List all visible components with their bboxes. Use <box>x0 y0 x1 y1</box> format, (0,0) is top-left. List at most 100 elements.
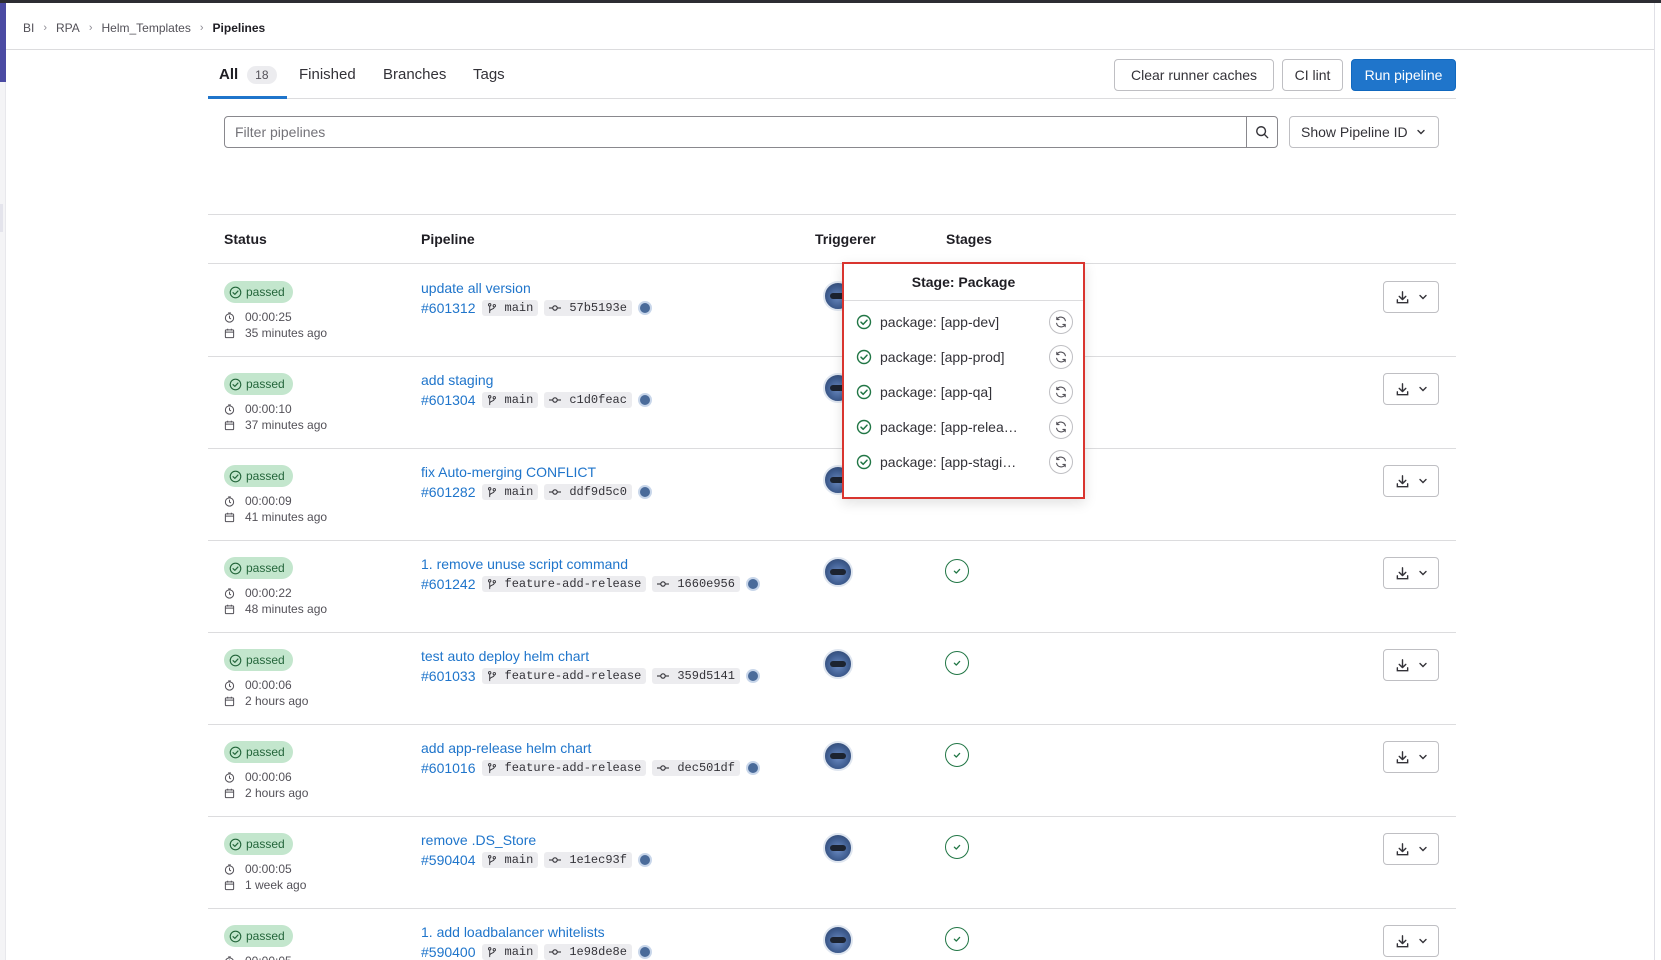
pipeline-commit-title-link[interactable]: 1. add loadbalancer whitelists <box>421 924 605 940</box>
commit-author-avatar[interactable] <box>637 945 652 959</box>
retry-job-button[interactable] <box>1049 415 1073 439</box>
calendar-icon <box>224 696 240 707</box>
commit-sha[interactable]: 1660e956 <box>652 576 740 592</box>
clear-runner-caches-button[interactable]: Clear runner caches <box>1114 59 1274 91</box>
branch-ref[interactable]: feature-add-release <box>481 576 647 592</box>
branch-ref[interactable]: main <box>481 392 539 408</box>
pipeline-commit-title-link[interactable]: 1. remove unuse script command <box>421 556 628 572</box>
filter-pipelines-input[interactable] <box>224 116 1247 148</box>
stage-package-status-icon[interactable] <box>945 651 969 675</box>
commit-author-avatar[interactable] <box>637 853 652 867</box>
commit-sha[interactable]: 359d5141 <box>652 668 740 684</box>
stage-job-item[interactable]: package: [app-qa] <box>856 379 1073 405</box>
branch-ref[interactable]: feature-add-release <box>481 760 647 776</box>
tab-tags[interactable]: Tags <box>473 50 505 99</box>
commit-sha-text: 1e1ec93f <box>569 853 627 867</box>
triggerer-avatar[interactable] <box>823 925 853 955</box>
tab-all[interactable]: All 18 <box>219 50 277 99</box>
pipeline-finished-time: 35 minutes ago <box>224 326 327 340</box>
download-artifacts-button[interactable] <box>1383 281 1439 313</box>
pipeline-commit-title-link[interactable]: update all version <box>421 280 531 296</box>
commit-sha[interactable]: c1d0feac <box>544 392 632 408</box>
status-badge[interactable]: passed <box>224 281 293 303</box>
download-artifacts-button[interactable] <box>1383 373 1439 405</box>
pipeline-commit-title-link[interactable]: fix Auto-merging CONFLICT <box>421 464 596 480</box>
triggerer-avatar[interactable] <box>823 557 853 587</box>
status-badge[interactable]: passed <box>224 649 293 671</box>
ci-lint-button[interactable]: CI lint <box>1282 59 1343 91</box>
search-button[interactable] <box>1246 116 1278 148</box>
pipeline-id-link[interactable]: #590404 <box>421 852 476 868</box>
retry-job-button[interactable] <box>1049 380 1073 404</box>
download-artifacts-button[interactable] <box>1383 925 1439 957</box>
branch-ref[interactable]: main <box>481 852 539 868</box>
commit-sha[interactable]: 1e1ec93f <box>544 852 632 868</box>
download-icon <box>1395 474 1410 489</box>
triggerer-avatar[interactable] <box>823 833 853 863</box>
breadcrumb-item-bi[interactable]: BI <box>23 21 34 35</box>
duration-text: 00:00:06 <box>245 770 292 784</box>
stage-job-item[interactable]: package: [app-prod] <box>856 344 1073 370</box>
status-badge[interactable]: passed <box>224 465 293 487</box>
pipeline-commit-title-link[interactable]: remove .DS_Store <box>421 832 536 848</box>
triggerer-avatar[interactable] <box>823 649 853 679</box>
commit-author-avatar[interactable] <box>745 669 760 683</box>
status-badge[interactable]: passed <box>224 557 293 579</box>
download-artifacts-button[interactable] <box>1383 649 1439 681</box>
status-badge[interactable]: passed <box>224 373 293 395</box>
tab-finished[interactable]: Finished <box>299 50 356 99</box>
breadcrumb-item-rpa[interactable]: RPA <box>56 21 80 35</box>
commit-sha-text: 359d5141 <box>677 669 735 683</box>
commit-author-avatar[interactable] <box>745 577 760 591</box>
pipeline-id-link[interactable]: #601282 <box>421 484 476 500</box>
run-pipeline-button[interactable]: Run pipeline <box>1351 59 1456 91</box>
stage-package-status-icon[interactable] <box>945 559 969 583</box>
commit-sha[interactable]: dec501df <box>652 760 740 776</box>
commit-author-avatar[interactable] <box>745 761 760 775</box>
download-artifacts-button[interactable] <box>1383 741 1439 773</box>
job-name: package: [app-dev] <box>880 314 1000 330</box>
commit-author-avatar[interactable] <box>637 393 652 407</box>
branch-ref[interactable]: main <box>481 944 539 960</box>
breadcrumb-item-helm-templates[interactable]: Helm_Templates <box>101 21 190 35</box>
download-artifacts-button[interactable] <box>1383 465 1439 497</box>
stage-job-item[interactable]: package: [app-staging] <box>856 449 1073 475</box>
retry-job-button[interactable] <box>1049 310 1073 334</box>
tab-branches[interactable]: Branches <box>383 50 446 99</box>
pipeline-id-link[interactable]: #601312 <box>421 300 476 316</box>
branch-icon <box>487 394 501 406</box>
commit-author-avatar[interactable] <box>637 485 652 499</box>
branch-ref[interactable]: main <box>481 300 539 316</box>
triggerer-avatar[interactable] <box>823 741 853 771</box>
chevron-down-icon <box>1418 568 1428 578</box>
retry-job-button[interactable] <box>1049 345 1073 369</box>
pipeline-id-link[interactable]: #601016 <box>421 760 476 776</box>
breadcrumb-current[interactable]: Pipelines <box>213 21 266 35</box>
pipeline-id-link[interactable]: #601242 <box>421 576 476 592</box>
pipeline-id-link[interactable]: #601033 <box>421 668 476 684</box>
pipeline-commit-title-link[interactable]: test auto deploy helm chart <box>421 648 589 664</box>
status-badge[interactable]: passed <box>224 925 293 947</box>
retry-job-button[interactable] <box>1049 450 1073 474</box>
pipeline-id-link[interactable]: #590400 <box>421 944 476 960</box>
status-badge[interactable]: passed <box>224 833 293 855</box>
pipeline-id-link[interactable]: #601304 <box>421 392 476 408</box>
download-artifacts-button[interactable] <box>1383 557 1439 589</box>
status-text: passed <box>246 285 285 299</box>
stage-package-status-icon[interactable] <box>945 743 969 767</box>
pipeline-commit-title-link[interactable]: add staging <box>421 372 493 388</box>
download-artifacts-button[interactable] <box>1383 833 1439 865</box>
commit-author-avatar[interactable] <box>637 301 652 315</box>
stage-package-status-icon[interactable] <box>945 835 969 859</box>
branch-ref[interactable]: feature-add-release <box>481 668 647 684</box>
pipeline-commit-title-link[interactable]: add app-release helm chart <box>421 740 591 756</box>
status-badge[interactable]: passed <box>224 741 293 763</box>
stage-package-status-icon[interactable] <box>945 927 969 951</box>
stage-job-item[interactable]: package: [app-dev] <box>856 309 1073 335</box>
show-pipeline-id-dropdown[interactable]: Show Pipeline ID <box>1289 116 1439 148</box>
branch-ref[interactable]: main <box>481 484 539 500</box>
commit-sha[interactable]: 1e98de8e <box>544 944 632 960</box>
commit-sha[interactable]: ddf9d5c0 <box>544 484 632 500</box>
stage-job-item[interactable]: package: [app-release] <box>856 414 1073 440</box>
commit-sha[interactable]: 57b5193e <box>544 300 632 316</box>
